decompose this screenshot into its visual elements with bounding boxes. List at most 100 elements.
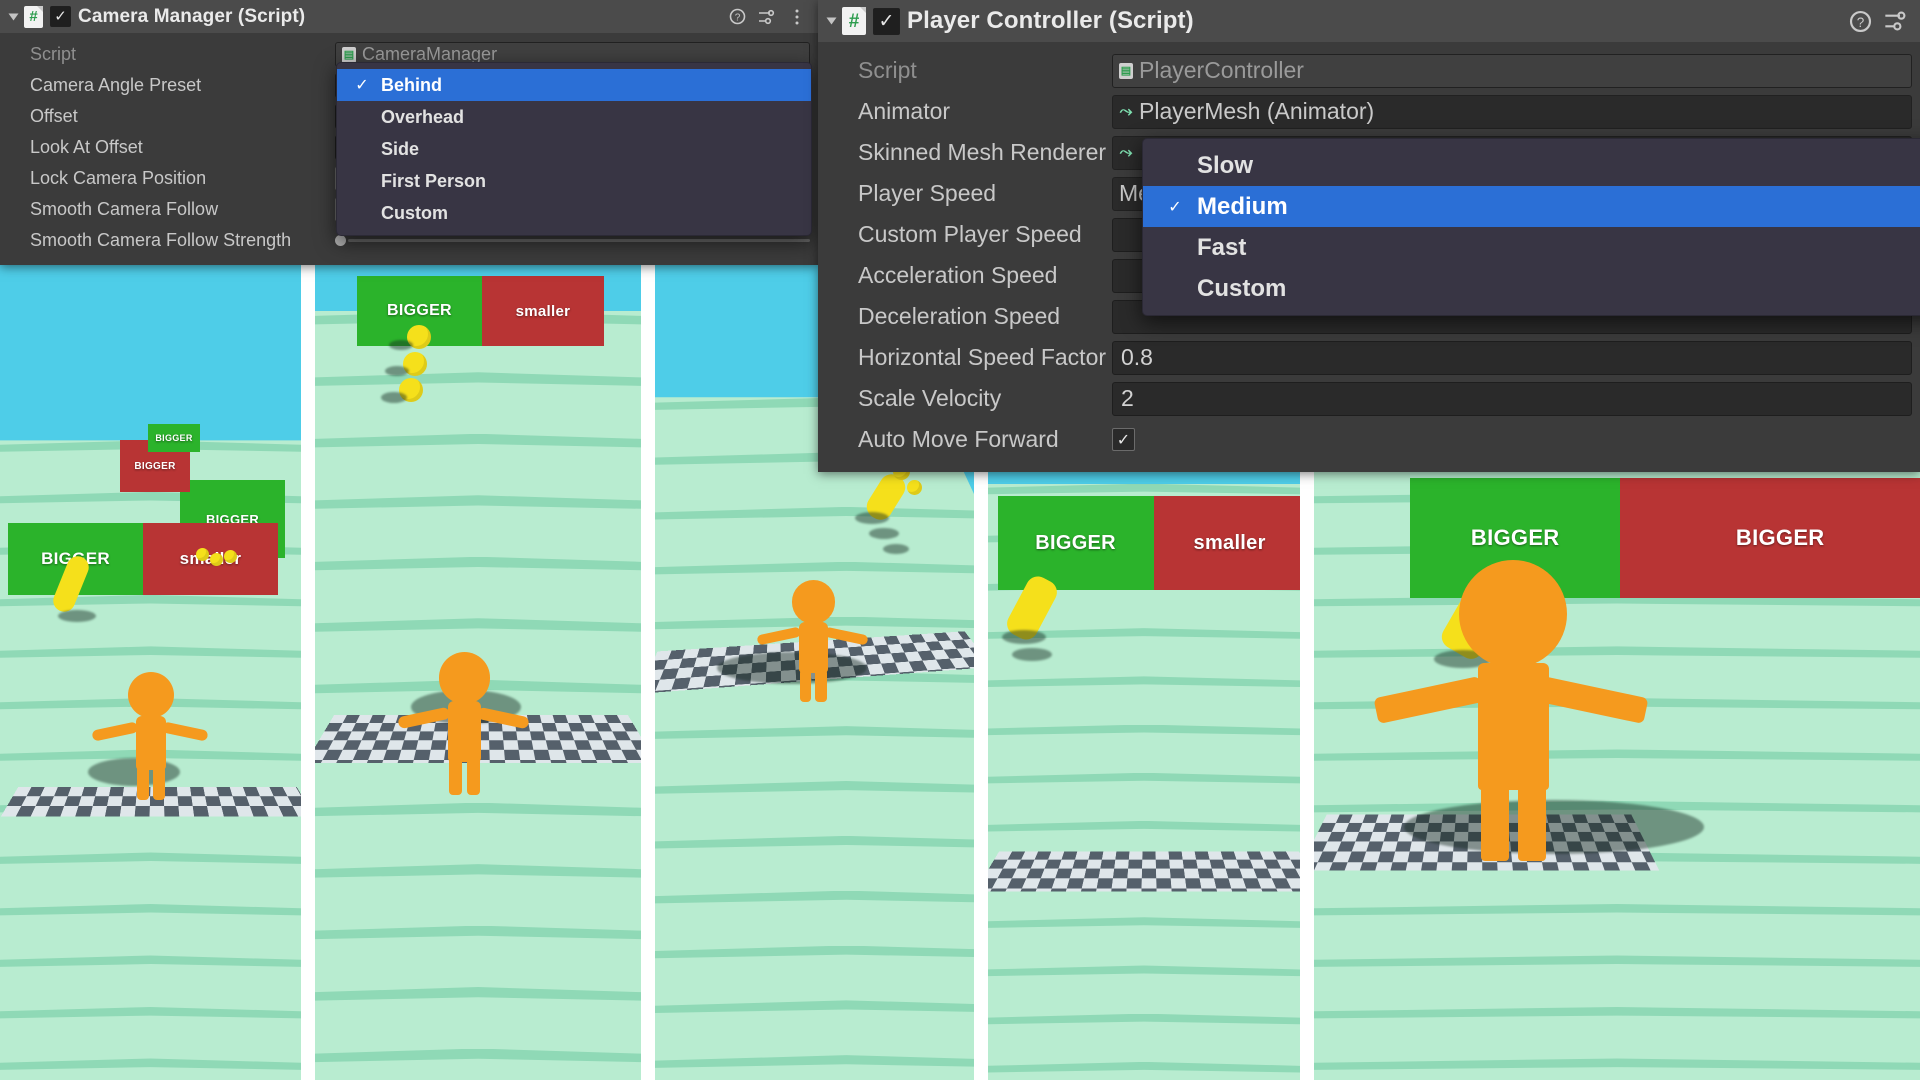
preset-icon[interactable] bbox=[758, 8, 776, 26]
number-field[interactable]: 0.8 bbox=[1112, 340, 1912, 375]
player-controller-header[interactable]: # ✓ Player Controller (Script) ? bbox=[818, 0, 1920, 42]
player-leg-right bbox=[1518, 780, 1547, 861]
component-enabled-checkbox[interactable]: ✓ bbox=[873, 7, 900, 35]
csharp-script-icon: # bbox=[842, 7, 866, 35]
help-icon[interactable]: ? bbox=[728, 8, 746, 26]
gate-billboard-label: BIGGER bbox=[155, 433, 193, 443]
script-asset-icon: ▤ bbox=[1119, 62, 1133, 79]
dropdown-option[interactable]: ✓ Behind bbox=[337, 69, 811, 101]
player-leg-left bbox=[448, 757, 463, 796]
svg-text:?: ? bbox=[734, 13, 740, 24]
property-label: Look At Offset bbox=[30, 137, 143, 157]
gate-billboard: BIGGER bbox=[148, 424, 200, 452]
gate-billboard-label: smaller bbox=[1193, 531, 1266, 554]
more-menu-icon[interactable] bbox=[788, 8, 806, 26]
number-field[interactable]: 2 bbox=[1112, 381, 1912, 416]
gate-billboard: BIGGER bbox=[1620, 478, 1920, 598]
running-track bbox=[655, 397, 974, 1080]
gate-billboard: smaller bbox=[481, 276, 604, 346]
component-title: Player Controller (Script) bbox=[907, 7, 1194, 34]
foldout-arrow-icon[interactable] bbox=[826, 17, 837, 25]
component-title: Camera Manager (Script) bbox=[78, 5, 306, 27]
dropdown-option-label: Custom bbox=[381, 202, 448, 223]
property-label: Camera Angle Preset bbox=[30, 75, 202, 95]
csharp-script-icon: # bbox=[24, 5, 43, 28]
header-icon-group[interactable]: ? bbox=[728, 8, 812, 26]
toggle-checkbox[interactable]: ✓ bbox=[1112, 428, 1135, 451]
player-leg-left bbox=[800, 669, 812, 702]
slider-control[interactable] bbox=[335, 235, 810, 246]
coin bbox=[196, 548, 209, 561]
player-body bbox=[799, 621, 828, 674]
coin bbox=[224, 550, 237, 563]
dropdown-option-label: Behind bbox=[381, 74, 442, 95]
player-arm-left bbox=[91, 721, 139, 742]
player-character bbox=[91, 672, 209, 812]
property-label: Offset bbox=[30, 106, 78, 126]
property-label: Player Speed bbox=[858, 180, 997, 206]
dropdown-option[interactable]: Slow bbox=[1143, 145, 1920, 186]
dropdown-option[interactable]: First Person bbox=[337, 165, 811, 197]
property-label: Smooth Camera Follow Strength bbox=[30, 230, 292, 250]
player-character bbox=[756, 580, 869, 713]
check-icon: ✓ bbox=[355, 77, 369, 94]
player-character bbox=[397, 652, 530, 809]
slider-track[interactable] bbox=[348, 239, 810, 242]
dropdown-option[interactable]: Fast bbox=[1143, 227, 1920, 268]
player-head bbox=[128, 672, 174, 718]
object-field[interactable]: ⤳ PlayerMesh (Animator) bbox=[1112, 94, 1912, 129]
dropdown-option[interactable]: Custom bbox=[337, 197, 811, 229]
gate-billboard-label: BIGGER bbox=[1735, 525, 1825, 550]
dropdown-option[interactable]: Custom bbox=[1143, 268, 1920, 309]
dropdown-option-label: Side bbox=[381, 138, 420, 159]
dropdown-option[interactable]: Side bbox=[337, 133, 811, 165]
player-speed-dropdown[interactable]: Slow ✓ Medium Fast Custom bbox=[1142, 138, 1920, 316]
drop-shadow bbox=[1011, 648, 1052, 661]
property-label: Script bbox=[30, 44, 77, 64]
player-body bbox=[447, 701, 482, 762]
slider-handle[interactable] bbox=[335, 235, 346, 246]
object-field-value: PlayerController bbox=[1139, 57, 1304, 83]
player-arm-left bbox=[397, 707, 451, 731]
check-icon: ✓ bbox=[1168, 198, 1182, 216]
player-arm-left bbox=[1373, 675, 1485, 724]
property-label: Skinned Mesh Renderer bbox=[858, 139, 1107, 165]
property-label: Horizontal Speed Factor bbox=[858, 344, 1107, 370]
help-icon[interactable]: ? bbox=[1849, 10, 1872, 33]
svg-text:?: ? bbox=[1857, 14, 1865, 29]
dropdown-option[interactable]: ✓ Medium bbox=[1143, 186, 1920, 227]
camera-manager-header[interactable]: # ✓ Camera Manager (Script) ? bbox=[0, 0, 818, 33]
header-icon-group[interactable]: ? bbox=[1849, 10, 1914, 33]
dropdown-option[interactable]: Overhead bbox=[337, 101, 811, 133]
property-row[interactable]: Animator ⤳ PlayerMesh (Animator) bbox=[818, 91, 1920, 132]
player-leg-right bbox=[466, 757, 481, 796]
property-label: Script bbox=[858, 57, 917, 83]
coin bbox=[210, 553, 223, 566]
property-label: Animator bbox=[858, 98, 951, 124]
foldout-arrow-icon[interactable] bbox=[8, 13, 19, 20]
gate-billboard: BIGGER bbox=[997, 496, 1154, 590]
preset-icon[interactable] bbox=[1884, 10, 1908, 32]
dropdown-option-label: Medium bbox=[1197, 192, 1288, 220]
gate-billboard-label: BIGGER bbox=[1035, 531, 1116, 554]
player-arm-right bbox=[476, 707, 530, 731]
property-row[interactable]: Script ▤ PlayerController bbox=[818, 50, 1920, 91]
player-leg-left bbox=[1480, 780, 1509, 861]
dropdown-option-label: Custom bbox=[1197, 274, 1287, 302]
property-label: Custom Player Speed bbox=[858, 221, 1082, 247]
player-body bbox=[1478, 663, 1549, 791]
property-row[interactable]: Horizontal Speed Factor 0.8 bbox=[818, 337, 1920, 378]
component-enabled-checkbox[interactable]: ✓ bbox=[50, 6, 71, 27]
property-label: Smooth Camera Follow bbox=[30, 199, 219, 219]
dropdown-option-label: Slow bbox=[1197, 151, 1254, 179]
player-body bbox=[136, 716, 166, 770]
player-arm-right bbox=[823, 626, 869, 647]
camera-angle-preset-dropdown[interactable]: ✓ Behind Overhead Side First Person Custom bbox=[336, 62, 812, 236]
object-field[interactable]: ▤ PlayerController bbox=[1112, 53, 1912, 88]
property-row[interactable]: Auto Move Forward ✓ bbox=[818, 419, 1920, 460]
drop-shadow bbox=[388, 340, 413, 350]
property-row[interactable]: Scale Velocity 2 bbox=[818, 378, 1920, 419]
player-head bbox=[791, 580, 836, 624]
checkpoint-line bbox=[987, 851, 1301, 892]
drop-shadow bbox=[1001, 630, 1046, 644]
